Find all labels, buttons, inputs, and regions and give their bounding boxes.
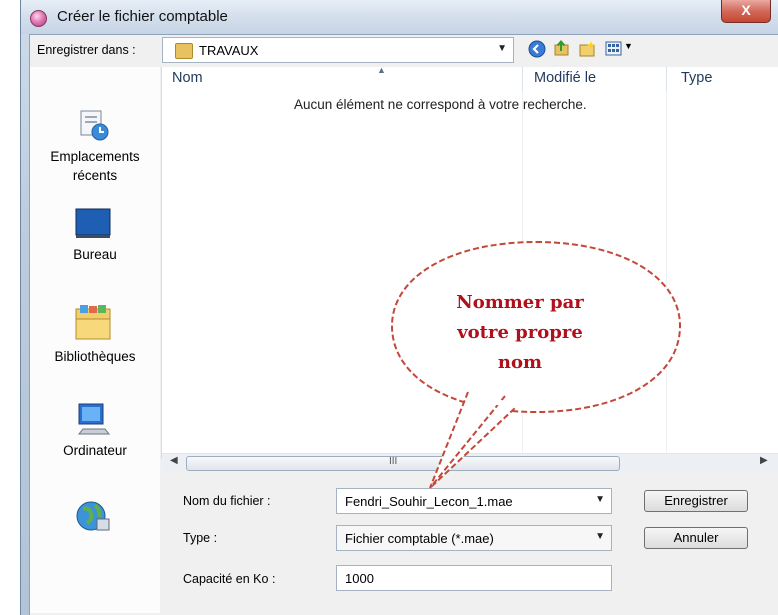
- scrollbar-thumb[interactable]: III: [186, 456, 620, 471]
- save-button[interactable]: Enregistrer: [644, 490, 748, 512]
- type-value: Fichier comptable (*.mae): [345, 531, 494, 546]
- save-in-combo[interactable]: TRAVAUX ▼: [162, 37, 514, 63]
- capacity-value: 1000: [345, 571, 374, 586]
- sort-arrow-icon: ▲: [377, 65, 386, 75]
- filename-label: Nom du fichier :: [183, 494, 271, 508]
- back-icon[interactable]: [528, 40, 546, 58]
- chevron-down-icon[interactable]: ▼: [595, 531, 605, 542]
- app-icon: [30, 10, 47, 27]
- callout-line: Nommer par: [456, 292, 584, 313]
- cancel-button[interactable]: Annuler: [644, 527, 748, 549]
- column-header-type[interactable]: Type: [681, 70, 712, 86]
- libraries-icon: [75, 305, 111, 340]
- callout-line: nom: [497, 352, 543, 373]
- dialog-window: Créer le fichier comptable X Enregistrer…: [20, 0, 778, 615]
- new-folder-icon[interactable]: [578, 40, 596, 58]
- view-menu-icon[interactable]: [605, 40, 623, 58]
- place-libraries-label: Bibliothèques: [54, 349, 136, 364]
- network-icon: [76, 501, 110, 531]
- callout-line: votre propre: [457, 322, 583, 343]
- view-menu-arrow-icon[interactable]: ▼: [624, 41, 633, 51]
- callout-text: Nommer par votre propre nom: [420, 288, 620, 378]
- chevron-down-icon[interactable]: ▼: [595, 494, 605, 505]
- dialog-client: Enregistrer dans : TRAVAUX ▼ ▼ Emplaceme…: [29, 34, 778, 615]
- horizontal-scrollbar[interactable]: ◀ III ▶: [162, 453, 778, 472]
- empty-message: Aucun élément ne correspond à votre rech…: [294, 97, 587, 112]
- file-list[interactable]: Nom ▲ Modifié le Type Aucun élément ne c…: [161, 65, 778, 472]
- type-label: Type :: [183, 531, 218, 545]
- filename-value: Fendri_Souhir_Lecon_1.mae: [345, 494, 513, 509]
- filename-input[interactable]: Fendri_Souhir_Lecon_1.mae ▼: [336, 488, 612, 514]
- column-separator[interactable]: [666, 67, 667, 91]
- up-folder-icon[interactable]: [553, 39, 571, 57]
- save-in-label: Enregistrer dans :: [37, 43, 136, 57]
- desktop-icon: [75, 208, 111, 238]
- type-select[interactable]: Fichier comptable (*.mae) ▼: [336, 525, 612, 551]
- column-header-name[interactable]: Nom: [172, 70, 203, 86]
- place-recent-label: Emplacements récents: [50, 149, 140, 183]
- column-line: [522, 91, 523, 459]
- close-button[interactable]: X: [721, 0, 771, 23]
- scroll-right-icon[interactable]: ▶: [760, 455, 768, 466]
- recent-places-icon: [80, 110, 109, 141]
- chevron-down-icon: ▼: [497, 43, 507, 54]
- folder-icon: [175, 43, 193, 59]
- place-desktop-label: Bureau: [73, 247, 117, 262]
- window-title: Créer le fichier comptable: [57, 8, 228, 25]
- computer-icon: [77, 403, 111, 435]
- capacity-label: Capacité en Ko :: [183, 572, 276, 586]
- save-in-folder: TRAVAUX: [199, 43, 259, 58]
- column-header-modified[interactable]: Modifié le: [534, 70, 596, 86]
- column-line: [666, 91, 667, 459]
- capacity-input[interactable]: 1000: [336, 565, 612, 591]
- title-bar[interactable]: Créer le fichier comptable X: [21, 0, 778, 34]
- scroll-grip: III: [389, 456, 398, 467]
- places-bar: Emplacements récents Bureau Bibliothèque…: [30, 67, 160, 613]
- column-separator[interactable]: [522, 67, 523, 91]
- place-computer-label: Ordinateur: [63, 443, 127, 458]
- scroll-left-icon[interactable]: ◀: [170, 455, 178, 466]
